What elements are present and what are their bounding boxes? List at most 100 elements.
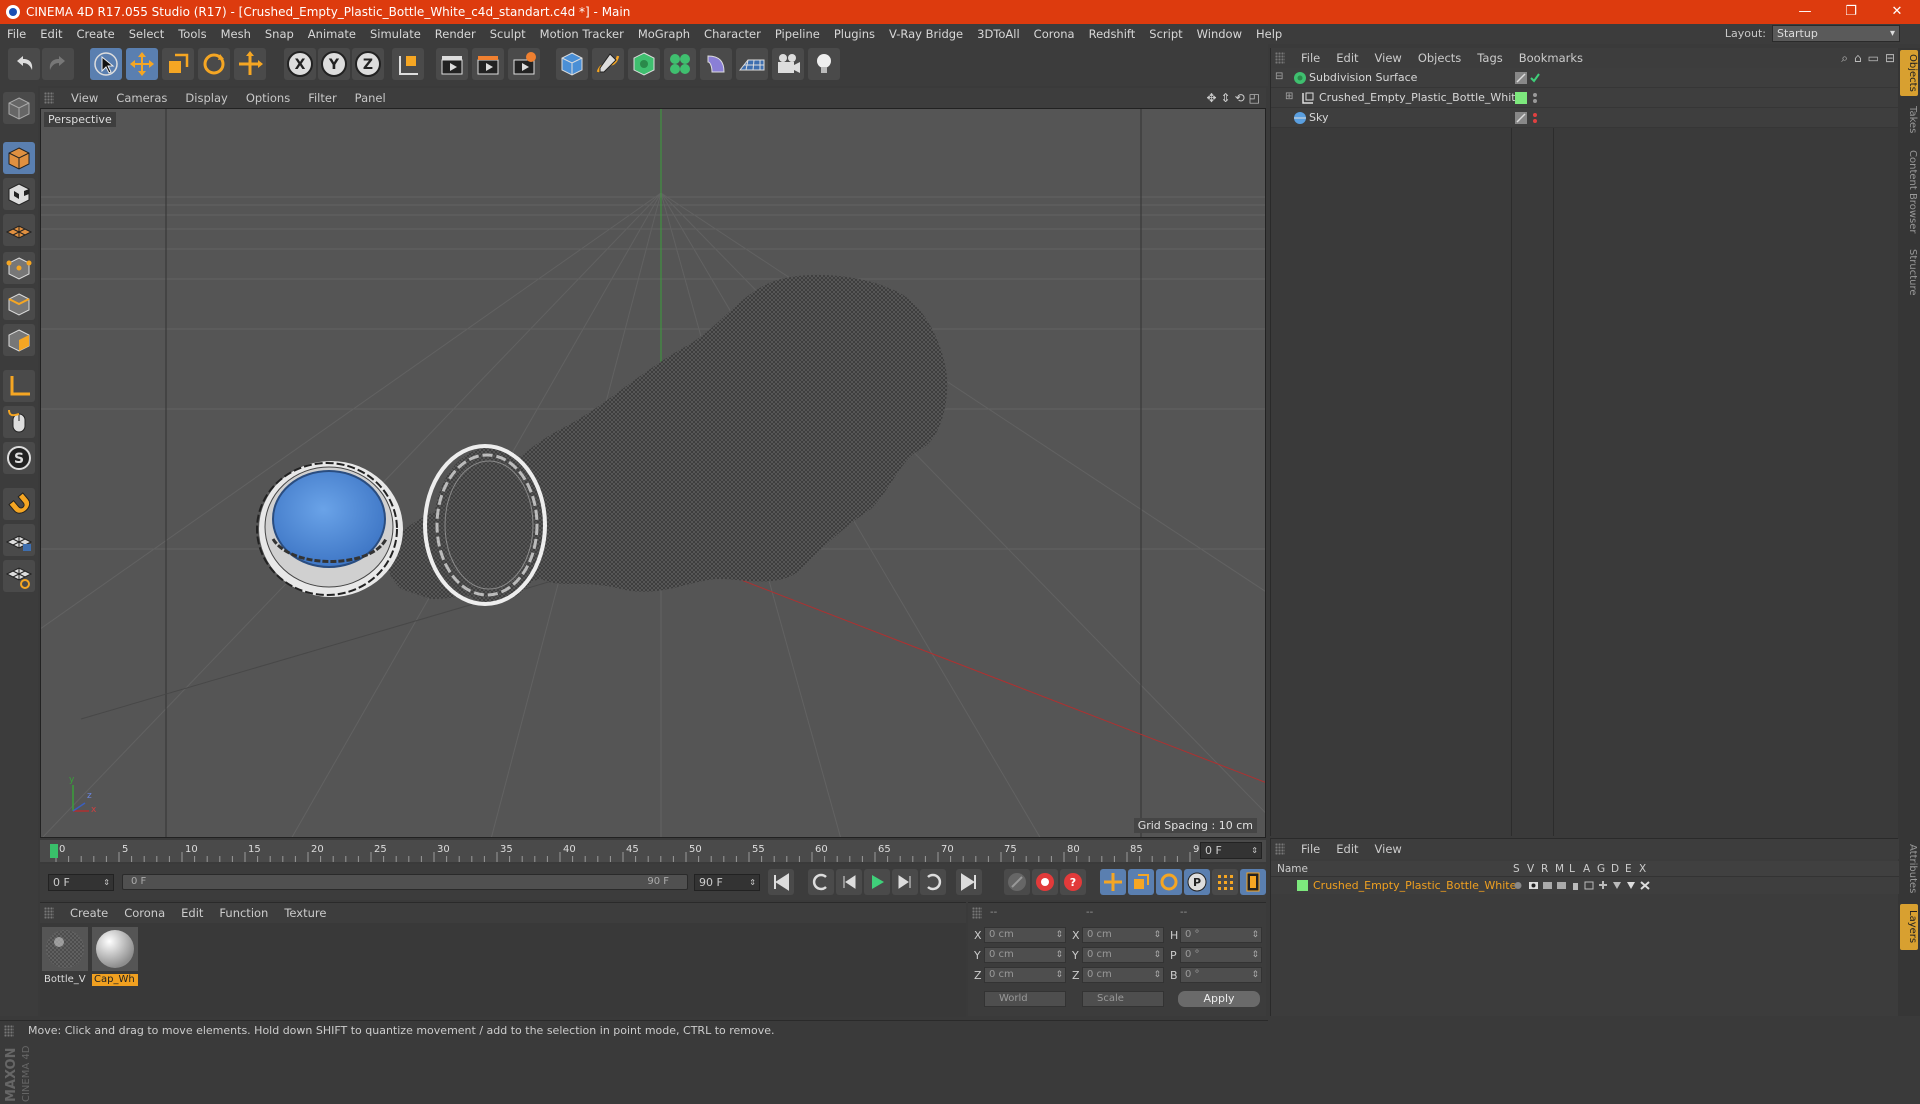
x-axis-lock-button[interactable]: X xyxy=(284,48,316,80)
menu-help[interactable]: Help xyxy=(1249,27,1289,41)
size-x-field[interactable]: 0 cm xyxy=(1082,927,1164,943)
layer-color-swatch-icon[interactable] xyxy=(1297,880,1308,891)
rotation-b-field[interactable]: 0 ° xyxy=(1180,967,1262,983)
material-menu-texture[interactable]: Texture xyxy=(276,906,334,920)
tweak-mode-button[interactable] xyxy=(3,406,35,438)
object-row-bottle[interactable]: ⊞ Crushed_Empty_Plastic_Bottle_White xyxy=(1271,88,1899,108)
add-light-button[interactable] xyxy=(808,48,840,80)
bottle-neck-ring[interactable] xyxy=(423,444,550,606)
menu-plugins[interactable]: Plugins xyxy=(827,27,882,41)
tab-structure[interactable]: Structure xyxy=(1900,244,1918,300)
tab-objects[interactable]: Objects xyxy=(1900,50,1918,96)
minimize-button[interactable]: — xyxy=(1782,0,1828,24)
menu-window[interactable]: Window xyxy=(1190,27,1249,41)
size-mode-dropdown[interactable]: Scale xyxy=(1082,991,1164,1007)
object-menu-objects[interactable]: Objects xyxy=(1410,51,1469,65)
rotation-h-field[interactable]: 0 ° xyxy=(1180,927,1262,943)
viewport-camera-label[interactable]: Perspective xyxy=(44,112,116,127)
visibility-dots-icon[interactable] xyxy=(1529,92,1541,104)
workplane-mode-button[interactable] xyxy=(3,214,35,246)
render-to-picture-viewer-button[interactable] xyxy=(472,48,504,80)
rotation-p-field[interactable]: 0 ° xyxy=(1180,947,1262,963)
collapse-icon[interactable]: ▭ xyxy=(1868,51,1879,66)
start-frame-field[interactable]: 0 F ⇕ xyxy=(48,874,114,891)
solo-mode-button[interactable]: S xyxy=(3,442,35,474)
size-z-field[interactable]: 0 cm xyxy=(1082,967,1164,983)
add-spline-pen-button[interactable] xyxy=(592,48,624,80)
viewport-menu-display[interactable]: Display xyxy=(176,91,236,105)
add-cube-button[interactable] xyxy=(556,48,588,80)
points-mode-button[interactable] xyxy=(3,252,35,284)
tab-takes[interactable]: Takes xyxy=(1900,100,1918,140)
rotate-tool[interactable] xyxy=(198,48,230,80)
object-row-sky[interactable]: Sky xyxy=(1271,108,1899,128)
position-z-field[interactable]: 0 cm xyxy=(984,967,1066,983)
end-frame-field[interactable]: 90 F ⇕ xyxy=(694,874,760,891)
material-bottle[interactable]: Bottle_V xyxy=(42,927,88,985)
object-menu-edit[interactable]: Edit xyxy=(1328,51,1366,65)
layer-menu-edit[interactable]: Edit xyxy=(1328,842,1366,856)
bottle-cap[interactable] xyxy=(256,461,403,597)
expand-toggle-icon[interactable]: ⊞ xyxy=(1285,91,1293,102)
model-mode-button[interactable] xyxy=(3,142,35,174)
go-to-end-button[interactable] xyxy=(956,869,982,895)
menu-corona[interactable]: Corona xyxy=(1027,27,1082,41)
object-list[interactable]: ⊟ Subdivision Surface ⊞ Crushed_Empty_Pl… xyxy=(1271,68,1899,836)
material-menu-edit[interactable]: Edit xyxy=(173,906,211,920)
layer-menu-file[interactable]: File xyxy=(1293,842,1328,856)
go-to-start-button[interactable] xyxy=(768,869,794,895)
tab-layers[interactable]: Layers xyxy=(1900,904,1918,950)
y-axis-lock-button[interactable]: Y xyxy=(318,48,350,80)
next-key-button[interactable] xyxy=(920,869,946,895)
current-frame-field[interactable]: 0 F ⇕ xyxy=(1200,842,1262,859)
texture-mode-button[interactable] xyxy=(3,178,35,210)
menu-edit[interactable]: Edit xyxy=(33,27,69,41)
previous-frame-button[interactable] xyxy=(836,869,862,895)
key-position-button[interactable] xyxy=(1100,869,1126,895)
search-icon[interactable]: ⌕ xyxy=(1841,51,1848,66)
menu-snap[interactable]: Snap xyxy=(258,27,301,41)
menu-simulate[interactable]: Simulate xyxy=(363,27,428,41)
scale-tool[interactable] xyxy=(162,48,194,80)
layer-row[interactable]: Crushed_Empty_Plastic_Bottle_White xyxy=(1271,877,1899,894)
move-tool[interactable] xyxy=(126,48,158,80)
material-menu-function[interactable]: Function xyxy=(211,906,276,920)
tab-attributes[interactable]: Attributes xyxy=(1900,838,1918,900)
preview-range-slider[interactable]: 0 F 90 F xyxy=(122,874,688,890)
timeline-ruler[interactable]: 051015202530354045505560657075808590 0 F… xyxy=(40,840,1266,862)
coordinate-system-button[interactable] xyxy=(392,48,424,80)
next-frame-button[interactable] xyxy=(892,869,918,895)
new-view-icon[interactable]: ⊟ xyxy=(1885,51,1895,66)
edges-mode-button[interactable] xyxy=(3,288,35,320)
menu-mesh[interactable]: Mesh xyxy=(214,27,258,41)
key-parameter-button[interactable]: P xyxy=(1184,869,1210,895)
layer-color-icon[interactable] xyxy=(1515,92,1527,104)
size-y-field[interactable]: 0 cm xyxy=(1082,947,1164,963)
z-axis-lock-button[interactable]: Z xyxy=(352,48,384,80)
polygons-mode-button[interactable] xyxy=(3,324,35,356)
visibility-dots-icon[interactable] xyxy=(1529,112,1541,124)
menu-motion-tracker[interactable]: Motion Tracker xyxy=(533,27,631,41)
menu-tools[interactable]: Tools xyxy=(171,27,213,41)
record-keys-off-button[interactable] xyxy=(1004,869,1030,895)
layer-menu-view[interactable]: View xyxy=(1367,842,1410,856)
snapping-button[interactable] xyxy=(3,488,35,520)
layer-flag-icons[interactable] xyxy=(1513,880,1653,891)
timeline-window-button[interactable] xyxy=(1240,869,1266,895)
add-mograph-cloner-button[interactable] xyxy=(664,48,696,80)
menu-3dtoall[interactable]: 3DToAll xyxy=(970,27,1027,41)
menu-script[interactable]: Script xyxy=(1142,27,1189,41)
object-menu-file[interactable]: File xyxy=(1293,51,1328,65)
tab-content-browser[interactable]: Content Browser xyxy=(1900,144,1918,240)
material-menu-create[interactable]: Create xyxy=(62,906,116,920)
layout-dropdown[interactable]: Startup xyxy=(1772,25,1900,42)
menu-select[interactable]: Select xyxy=(122,27,171,41)
menu-animate[interactable]: Animate xyxy=(301,27,363,41)
viewport-zoom-icon[interactable]: ⇕ xyxy=(1221,91,1231,105)
render-settings-button[interactable] xyxy=(508,48,540,80)
redo-button[interactable] xyxy=(42,48,74,80)
menu-sculpt[interactable]: Sculpt xyxy=(483,27,533,41)
material-cap[interactable]: Cap_Wh xyxy=(92,927,138,986)
object-menu-bookmarks[interactable]: Bookmarks xyxy=(1511,51,1591,65)
position-y-field[interactable]: 0 cm xyxy=(984,947,1066,963)
